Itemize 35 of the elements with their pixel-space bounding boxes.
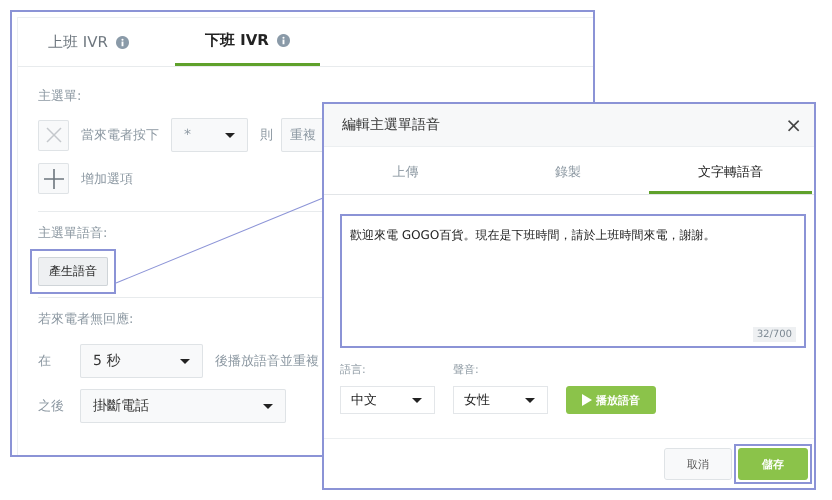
section-label: 主選單語音: [38, 225, 108, 243]
language-label: 語言: [340, 362, 367, 377]
info-icon [276, 34, 290, 47]
close-button[interactable]: × [785, 113, 802, 137]
section-label: 主選單: [38, 88, 82, 106]
after-action-select[interactable]: 掛斷電話 [80, 389, 286, 423]
char-counter: 32/700 [752, 327, 796, 342]
dialog-tab[interactable]: 文字轉語音 [649, 153, 812, 194]
info-icon [116, 36, 129, 48]
wait-label: 在 [38, 353, 52, 370]
cancel-button[interactable]: 取消 [664, 448, 732, 480]
caret-icon [525, 398, 535, 402]
message-field[interactable]: 歡迎來電 GOGO百貨。現在是下班時間，請於上班時間來電，謝謝。 32/700 [340, 214, 806, 348]
plus-icon [44, 168, 64, 188]
voice-select[interactable]: 女性 [453, 386, 548, 414]
repeat-label: 後播放語音並重複 [215, 353, 319, 370]
voice-label: 聲音: [453, 362, 480, 377]
option-label: 當來電者按下 [81, 127, 159, 144]
then-label: 則 [260, 127, 273, 144]
ivr-tab[interactable]: 上班 IVR [48, 18, 159, 66]
play-icon [582, 394, 592, 406]
dialog-title: 編輯主選單語音 [342, 116, 440, 134]
generate-voice-button[interactable]: 產生語音 [38, 257, 108, 286]
message-text: 歡迎來電 GOGO百貨。現在是下班時間，請於上班時間來電，謝謝。 [350, 228, 716, 242]
add-button[interactable] [38, 163, 69, 194]
section-label: 若來電者無回應: [38, 311, 134, 329]
after-label: 之後 [38, 398, 65, 415]
language-select[interactable]: 中文 [340, 386, 435, 414]
caret-icon [263, 404, 273, 408]
caret-icon [225, 132, 235, 138]
ivr-tab[interactable]: 下班 IVR [174, 18, 320, 66]
delay-select[interactable]: 5 秒 [80, 344, 203, 378]
caret-icon [412, 398, 422, 402]
close-icon [46, 127, 62, 143]
caret-icon [180, 358, 190, 364]
